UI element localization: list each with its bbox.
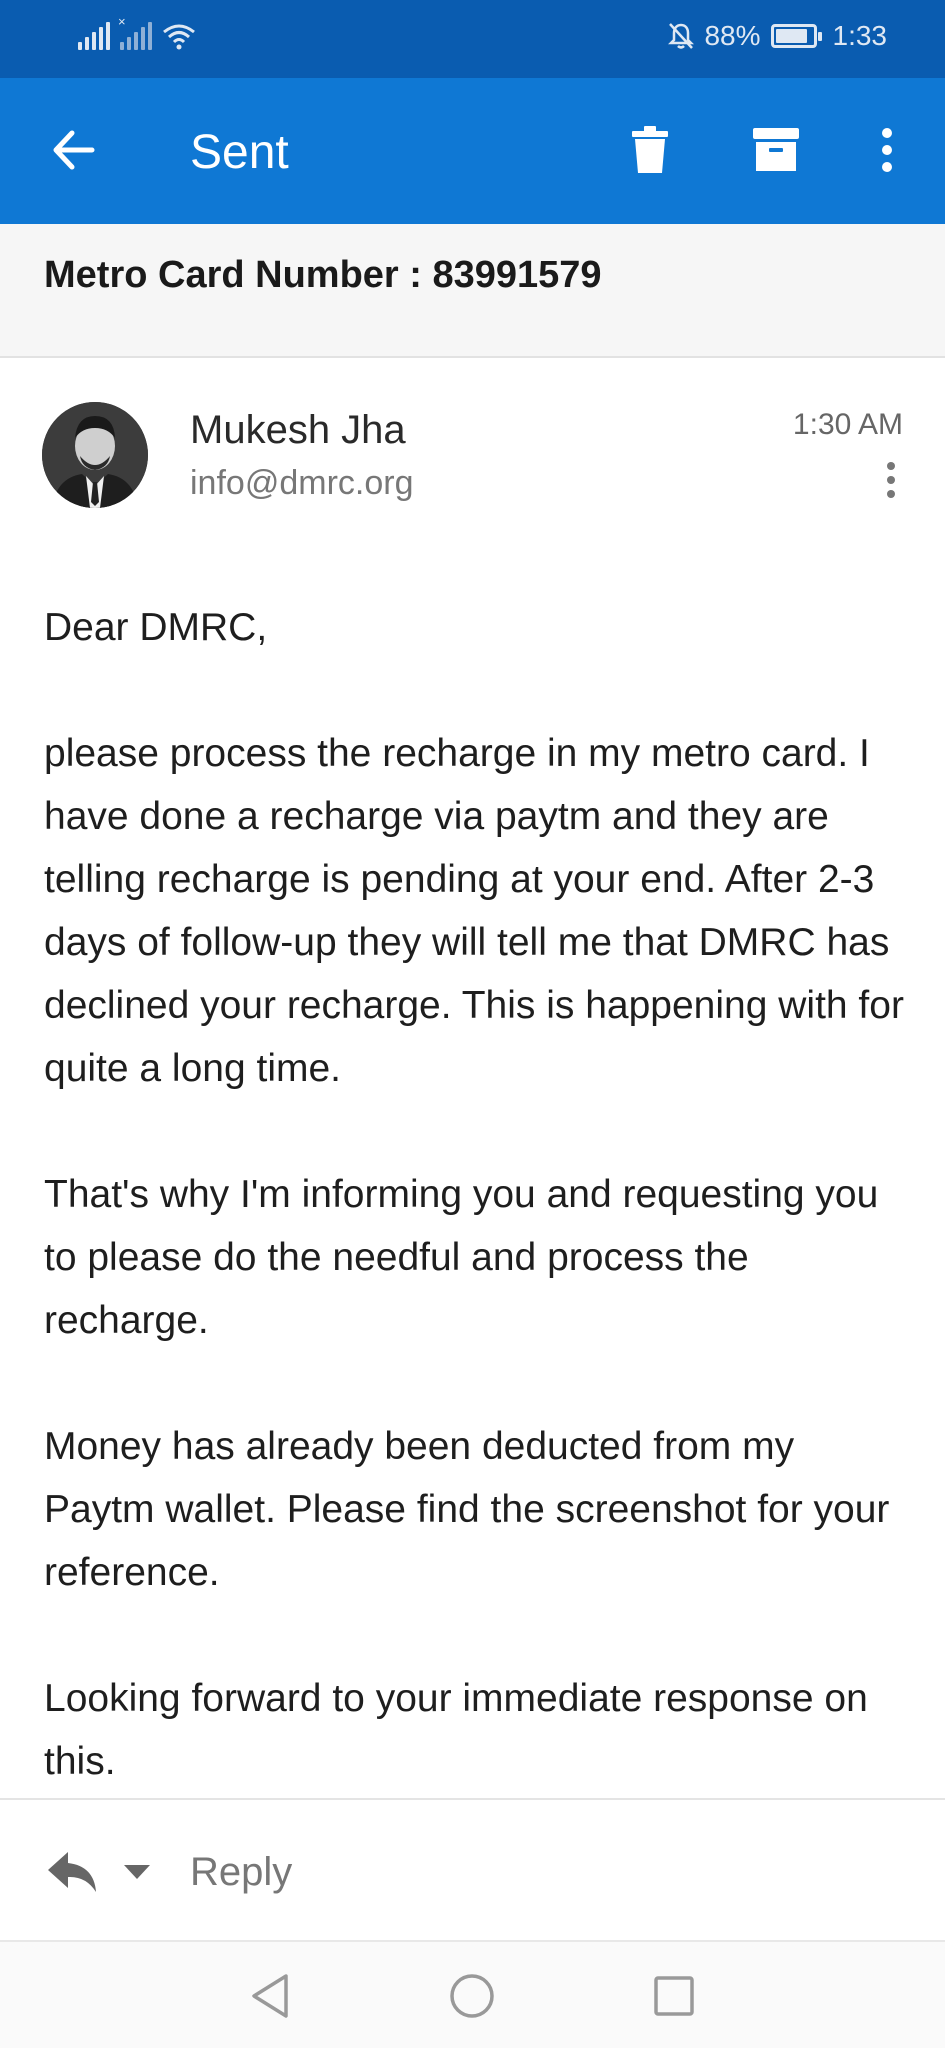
system-nav-bar — [0, 1940, 945, 2048]
status-right: 88% 1:33 — [668, 20, 887, 52]
bell-muted-icon — [668, 23, 695, 49]
battery-icon — [770, 24, 822, 48]
archive-button[interactable] — [742, 116, 810, 184]
avatar[interactable] — [42, 402, 148, 508]
status-bar: × 88% 1:33 — [0, 0, 945, 78]
sender-header: Mukesh Jha info@dmrc.org 1:30 AM — [0, 360, 945, 520]
email-paragraph: That's why I'm informing you and request… — [44, 1173, 879, 1342]
reply-bar: Reply — [0, 1798, 945, 1940]
sender-email: info@dmrc.org — [190, 464, 414, 502]
email-subject-bar: Metro Card Number : 83991579 — [0, 224, 945, 358]
battery-percent: 88% — [704, 20, 761, 51]
email-greeting: Dear DMRC, — [44, 606, 268, 649]
message-more-button[interactable] — [871, 456, 911, 504]
archive-icon — [753, 128, 799, 171]
email-paragraph: Money has already been deducted from my … — [44, 1425, 890, 1594]
reply-button[interactable]: Reply — [190, 1850, 292, 1895]
nav-recents-icon[interactable] — [646, 1968, 702, 2024]
delete-button[interactable] — [616, 116, 684, 184]
more-options-button[interactable] — [853, 116, 921, 184]
sender-name: Mukesh Jha — [190, 408, 406, 452]
email-time: 1:30 AM — [792, 408, 903, 441]
signal-icon — [78, 22, 110, 50]
app-bar: Sent — [0, 78, 945, 224]
page-title: Sent — [190, 126, 289, 179]
signal-no-service-icon: × — [118, 14, 152, 50]
person-photo — [42, 402, 148, 508]
chevron-down-icon[interactable] — [122, 1862, 152, 1882]
more-vertical-icon — [887, 462, 895, 498]
more-vertical-icon — [882, 128, 892, 172]
status-left: × — [78, 14, 196, 50]
battery-fill — [775, 29, 808, 43]
email-body: Dear DMRC, please process the recharge i… — [44, 596, 904, 1793]
wifi-icon — [163, 24, 195, 50]
trash-icon — [632, 126, 668, 173]
arrow-left-icon[interactable] — [46, 122, 102, 178]
nav-back-icon[interactable] — [242, 1968, 298, 2024]
email-subject: Metro Card Number : 83991579 — [44, 254, 602, 296]
status-time: 1:33 — [832, 20, 888, 51]
email-paragraph: Looking forward to your immediate respon… — [44, 1677, 868, 1783]
reply-icon[interactable] — [46, 1850, 98, 1894]
nav-home-icon[interactable] — [444, 1968, 500, 2024]
email-paragraph: please process the recharge in my metro … — [44, 732, 904, 1090]
